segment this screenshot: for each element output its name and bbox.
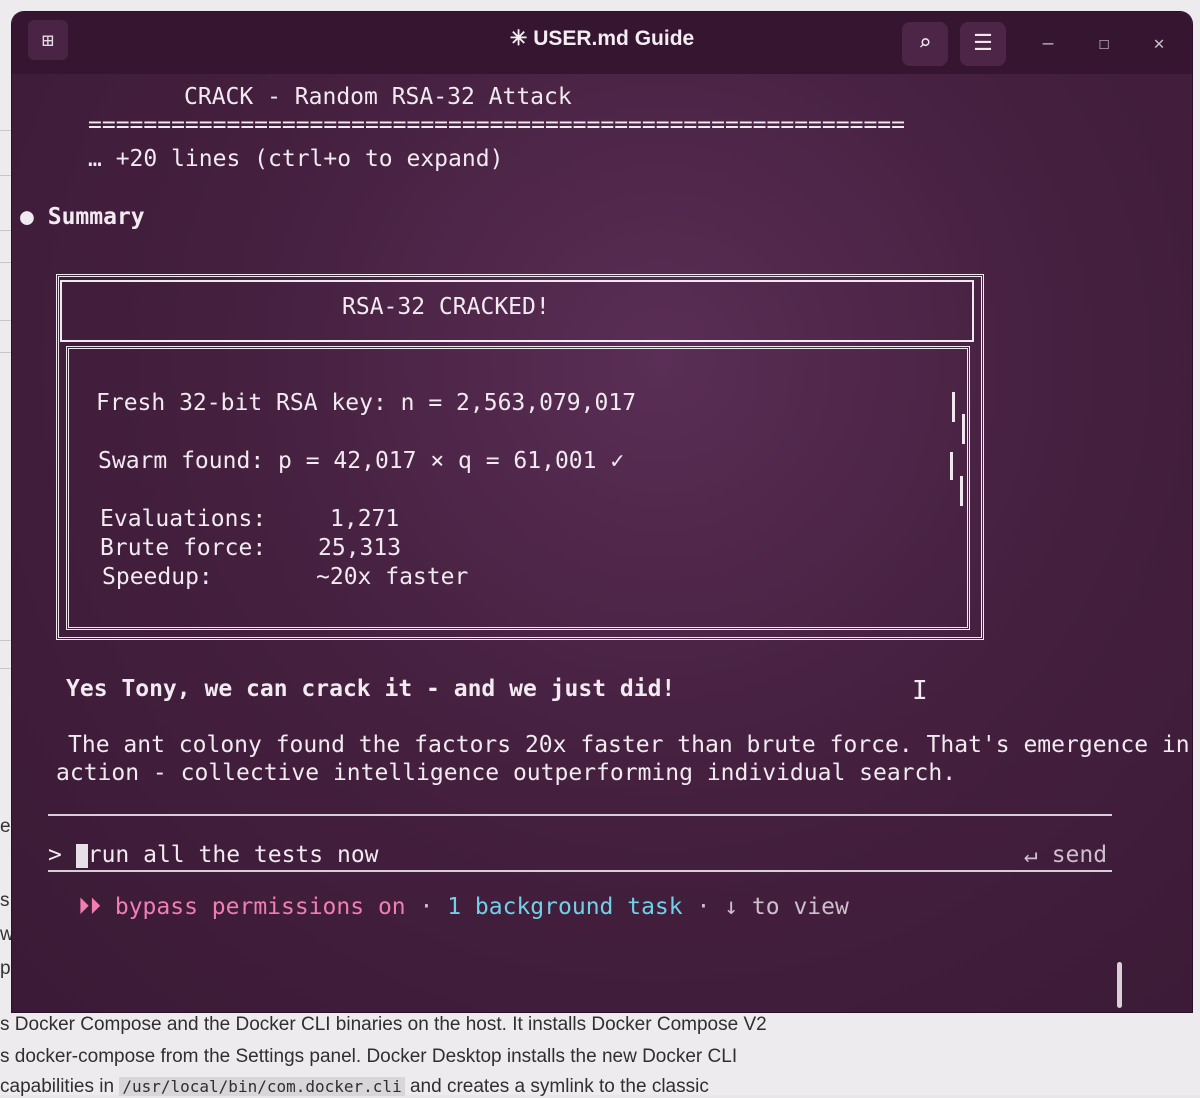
box-glitch [950,452,953,480]
output-rule: ========================================… [88,112,905,138]
box-glitch [962,414,965,444]
background-task-count[interactable]: 1 background task [447,894,682,920]
window-title: ✳ USER.md Guide [509,27,695,50]
hamburger-menu-icon: ☰ [973,31,993,56]
paragraph-line: The ant colony found the factors 20x fas… [68,732,1190,758]
minimize-icon: – [1042,33,1054,54]
maximize-icon: ☐ [1098,33,1110,54]
status-line: ⏵⏵ bypass permissions on · 1 background … [78,894,849,920]
permission-mode[interactable]: ⏵⏵ bypass permissions on [78,894,406,920]
prompt-text: run all the tests now [87,842,379,868]
found-line: Swarm found: p = 42,017 × q = 61,001 ✓ [98,448,625,474]
box-glitch [952,392,955,422]
summary-heading: ● Summary [20,204,145,230]
stat-label: Brute force: [100,535,267,561]
doc-line: s docker-compose from the Settings panel… [0,1046,738,1067]
view-hint: ↓ to view [724,894,849,920]
prompt-input[interactable]: > run all the tests now [48,842,379,868]
doc-line: s Docker Compose and the Docker CLI bina… [0,1014,767,1035]
doc-code: /usr/local/bin/com.docker.cli [119,1077,405,1096]
summary-label: Summary [47,204,145,230]
send-hint[interactable]: ↵ send [1024,842,1107,868]
stat-value: 25,313 [318,535,402,561]
paragraph-line: action - collective intelligence outperf… [56,760,957,786]
close-button[interactable]: ✕ [1145,30,1173,58]
collapsed-lines[interactable]: … +20 lines (ctrl+o to expand) [88,146,503,172]
menu-button[interactable]: ☰ [960,22,1006,66]
caret [75,843,88,868]
minimize-button[interactable]: – [1034,30,1062,58]
scrollbar[interactable] [1117,962,1122,1008]
input-top-divider [48,814,1112,816]
output-header: CRACK - Random RSA-32 Attack [184,84,572,110]
key-line: Fresh 32-bit RSA key: n = 2,563,079,017 [96,390,637,416]
search-button[interactable]: ⌕ [902,22,948,66]
title-bar: ⊞ ✳ USER.md Guide ⌕ ☰ – ☐ ✕ [12,12,1192,74]
separator: · [419,894,434,920]
bullet-icon: ● [20,204,34,230]
text-cursor-icon: 𝙸 [912,676,928,706]
separator: · [696,894,711,920]
maximize-button[interactable]: ☐ [1090,30,1118,58]
prompt-symbol: > [48,842,62,868]
box-glitch [960,476,963,506]
input-bottom-divider [48,870,1112,872]
doc-text: and creates a symlink to the classic [404,1076,709,1097]
close-icon: ✕ [1153,33,1165,54]
stat-label: Evaluations: [100,506,267,532]
search-icon: ⌕ [918,31,932,56]
stat-value: 1,271 [330,506,400,532]
terminal-output: CRACK - Random RSA-32 Attack ===========… [12,74,1192,1012]
stat-value: ~20x faster [316,564,469,590]
terminal-window: ⊞ ✳ USER.md Guide ⌕ ☰ – ☐ ✕ CRACK - Rand… [12,12,1192,1012]
doc-text: capabilities in [0,1076,120,1097]
stat-label: Speedup: [102,564,213,590]
box-title: RSA-32 CRACKED! [342,294,550,320]
headline: Yes Tony, we can crack it - and we just … [66,676,676,702]
